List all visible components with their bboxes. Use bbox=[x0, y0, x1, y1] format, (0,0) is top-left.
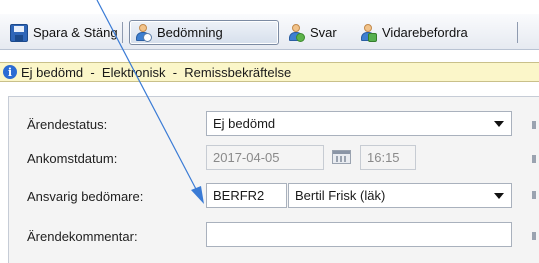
annotation-arrow-line bbox=[96, 0, 198, 192]
annotation-arrow bbox=[96, 0, 204, 204]
annotation-arrow-head bbox=[191, 186, 204, 204]
